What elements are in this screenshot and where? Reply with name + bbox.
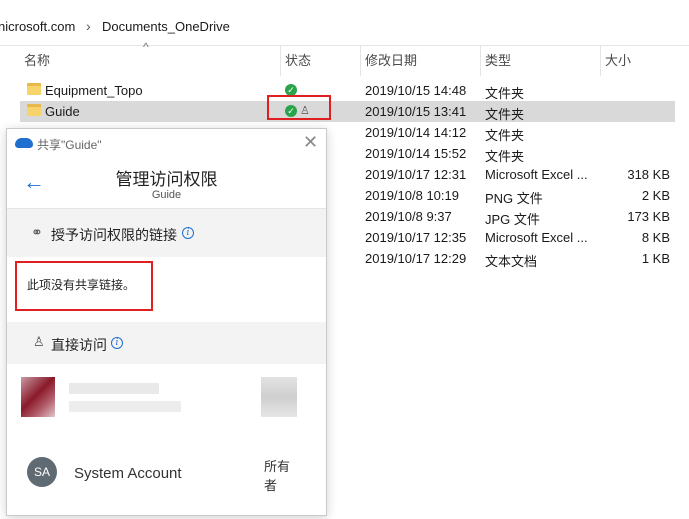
breadcrumb-segment-folder[interactable]: Documents_OneDrive [102,19,230,34]
file-name: Equipment_Topo [45,83,143,98]
column-header-type[interactable]: 类型 [480,46,598,76]
direct-access-section: ♙ 直接访问 i [7,322,326,364]
panel-titlebar: 共享"Guide" ✕ [7,129,326,157]
account-role[interactable]: 所有者 [264,457,294,495]
file-type: Microsoft Excel ... [485,167,588,182]
column-header-size[interactable]: 大小 [600,46,675,76]
column-header-name[interactable]: 名称 [20,46,278,76]
column-header-status[interactable]: 状态 [280,46,358,76]
file-name: Guide [45,104,80,119]
person-icon: ♙ [33,334,45,349]
blurred-avatar [21,377,55,417]
file-type: 文件夹 [485,149,525,164]
manage-access-subtitle: Guide [151,189,182,201]
no-links-highlight-box [15,261,153,311]
file-modified: 2019/10/15 13:41 [365,104,467,119]
file-type: 文本文档 [485,254,538,269]
links-section: ⚭ 授予访问权限的链接 i [7,209,326,257]
column-header-modified[interactable]: 修改日期 [360,46,478,76]
manage-access-title: 管理访问权限 [115,170,218,189]
panel-window-title: 共享"Guide" [37,138,102,152]
file-type: 文件夹 [485,107,525,122]
file-modified: 2019/10/17 12:31 [365,167,467,182]
file-modified: 2019/10/14 15:52 [365,146,467,161]
breadcrumb-separator: › [86,18,91,34]
file-row[interactable]: Equipment_Topo ✓ 2019/10/15 14:48 文件夹 [20,80,675,101]
avatar: SA [27,457,57,487]
file-modified: 2019/10/8 9:37 [365,209,452,224]
file-size: 2 KB [641,188,670,203]
file-type: 文件夹 [485,128,525,143]
blurred-text [69,401,181,412]
file-modified: 2019/10/8 10:19 [365,188,459,203]
address-bar[interactable]: nicrosoft.com › Documents_OneDrive [0,0,689,46]
file-modified: 2019/10/17 12:35 [365,230,467,245]
file-size: 318 KB [627,167,670,182]
file-type: 文件夹 [485,86,525,101]
file-modified: 2019/10/14 14:12 [365,125,467,140]
close-icon[interactable]: ✕ [303,132,318,153]
blurred-role [261,377,297,417]
folder-icon [27,104,41,116]
file-modified: 2019/10/15 14:48 [365,83,467,98]
link-icon: ⚭ [31,224,43,240]
file-type: PNG 文件 [485,191,543,206]
blurred-text [69,383,159,394]
direct-access-label: 直接访问 [51,337,107,353]
file-type: Microsoft Excel ... [485,230,588,245]
account-name: System Account [74,465,182,482]
file-row-selected[interactable]: Guide ✓ ♙ 2019/10/15 13:41 文件夹 [20,101,675,122]
onedrive-cloud-icon [15,138,33,148]
folder-icon [27,83,41,95]
info-icon[interactable]: i [111,337,123,349]
file-type: JPG 文件 [485,212,540,227]
links-section-label: 授予访问权限的链接 [51,227,177,243]
panel-header: ← 管理访问权限 Guide [7,157,326,209]
file-size: 173 KB [627,209,670,224]
file-modified: 2019/10/17 12:29 [365,251,467,266]
status-highlight-box [267,95,331,120]
breadcrumb-segment-root[interactable]: nicrosoft.com [0,19,75,34]
manage-access-panel: 共享"Guide" ✕ ← 管理访问权限 Guide ⚭ 授予访问权限的链接 i… [6,128,327,516]
info-icon[interactable]: i [182,227,194,239]
file-size: 8 KB [641,230,670,245]
file-size: 1 KB [641,251,670,266]
